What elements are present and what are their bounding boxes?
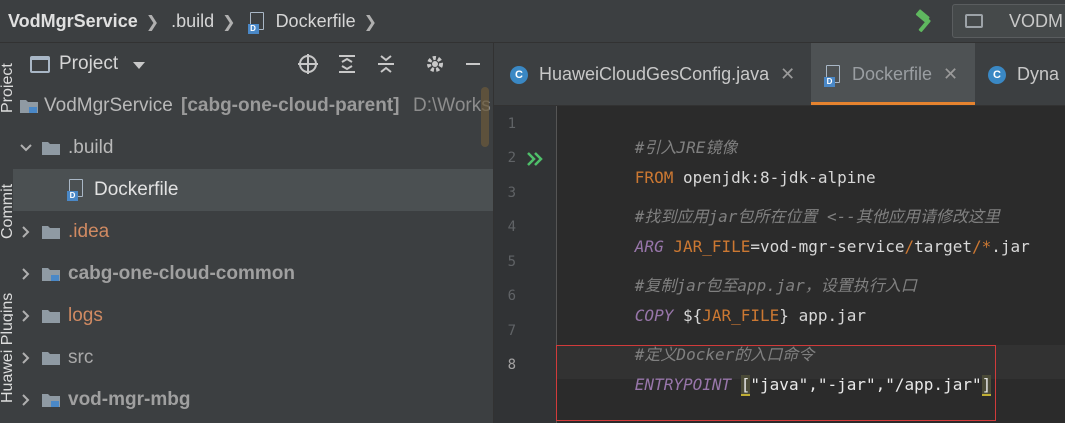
breadcrumb-folder[interactable]: .build [171,11,214,32]
tree-item-cabg-one-cloud-common[interactable]: cabg-one-cloud-common [13,253,493,295]
line-number: 2 [507,150,516,166]
collapse-all-icon[interactable] [375,53,397,75]
tree-item-label: src [68,347,94,368]
window-icon [965,14,983,28]
line-number-gutter: 1 2 3 4 5 6 7 8 [494,106,556,423]
scrollbar-thumb[interactable] [481,87,489,147]
tree-item-idea[interactable]: .idea [13,211,493,253]
run-configuration-selector[interactable]: VODM [952,4,1065,38]
chevron-right-icon[interactable] [19,225,33,239]
dockerfile-icon: D [247,11,266,34]
tab-label: Dockerfile [852,64,933,84]
chevron-down-icon[interactable] [19,141,33,155]
string-array: "java","-jar","/app.jar" [750,375,982,394]
module-folder-icon [42,268,60,281]
folder-icon [42,310,60,323]
tree-item-vod-mgr-mbg[interactable]: vod-mgr-mbg [13,379,493,421]
tree-item-path: D:\Works [413,95,491,116]
code-area[interactable]: #引入JRE镜像 FROM openjdk:8-jdk-alpine #找到应用… [557,106,1065,423]
project-view-selector[interactable]: Project [59,53,118,75]
code-line-8: ENTRYPOINT ["java","-jar","/app.jar"] [577,356,992,413]
tree-item-dockerfile[interactable]: D Dockerfile [13,169,493,211]
java-class-icon: C [988,65,1006,84]
line-number: 7 [507,323,516,339]
dockerfile-icon: D [824,64,842,87]
breadcrumb-file[interactable]: Dockerfile [276,11,356,32]
tree-item-build[interactable]: .build [13,127,493,169]
navigation-bar: VodMgrService ❯ .build ❯ D Dockerfile ❯ … [0,0,1065,43]
caret-down-icon[interactable] [133,62,145,69]
tree-item-label: logs [68,305,103,326]
chevron-right-icon[interactable] [19,267,33,281]
tab-huaweicloudgesconfig[interactable]: C HuaweiCloudGesConfig.java ✕ [510,43,810,105]
code-text: target [914,237,972,256]
tool-window-commit[interactable]: Commit [0,184,13,239]
tree-item-src[interactable]: src [13,337,493,379]
tree-item-logs[interactable]: logs [13,295,493,337]
tool-window-huawei-plugins[interactable]: Huawei Plugins [0,293,13,403]
keyword: ENTRYPOINT [634,375,732,394]
breadcrumb: VodMgrService ❯ .build ❯ D Dockerfile ❯ [8,0,389,43]
chevron-right-icon[interactable] [19,309,33,323]
folder-icon [42,142,60,155]
tab-label: Dyna [1017,64,1060,84]
tree-item-parent: [cabg-one-cloud-parent] [181,95,400,116]
tree-item-root[interactable]: VodMgrService [cabg-one-cloud-parent] D:… [13,85,493,127]
path-wildcard: /* [971,237,992,256]
project-panel: Project VodMgrService [cabg-one-cloud-pa… [13,43,494,423]
chevron-right-icon: ❯ [145,13,160,31]
dockerfile-icon: D [67,179,85,201]
chevron-right-icon: ❯ [363,13,377,31]
tab-label: HuaweiCloudGesConfig.java [539,64,770,84]
project-window-icon [30,56,50,73]
line-number: 5 [507,254,516,270]
tree-item-label: Dockerfile [94,179,179,200]
tree-item-label: .idea [68,221,110,242]
expand-all-icon[interactable] [336,53,358,75]
folder-icon [42,226,60,239]
close-icon[interactable]: ✕ [780,64,795,85]
line-number: 4 [507,219,516,235]
module-folder-icon [42,394,60,407]
tree-item-label: vod-mgr-mbg [68,389,191,410]
line-number: 3 [507,185,516,201]
editor-tabs: C HuaweiCloudGesConfig.java ✕ D Dockerfi… [494,43,1065,106]
minimize-icon[interactable] [462,53,484,75]
tool-window-project[interactable]: Project [0,63,13,113]
tree-item-label: VodMgrService [44,95,173,116]
editor-pane: C HuaweiCloudGesConfig.java ✕ D Dockerfi… [494,43,1065,423]
build-hammer-icon[interactable] [912,8,938,34]
close-icon[interactable]: ✕ [943,64,958,85]
chevron-right-icon[interactable] [19,393,33,407]
line-number: 8 [507,357,516,373]
line-number: 6 [507,288,516,304]
line-number: 1 [507,116,516,132]
tool-window-strip: Project Commit Huawei Plugins [0,43,13,423]
matched-bracket: [ [740,375,751,396]
tree-item-label: cabg-one-cloud-common [68,263,295,284]
chevron-right-icon[interactable] [19,351,33,365]
matched-bracket: ] [981,375,992,396]
code-text: .jar [991,237,1030,256]
tab-dyna[interactable]: C Dyna [988,43,1065,105]
project-panel-header: Project [13,43,493,85]
folder-icon [42,352,60,365]
run-arrow-icon[interactable] [526,151,544,167]
java-class-icon: C [510,65,528,84]
breadcrumb-root[interactable]: VodMgrService [8,11,138,32]
locate-target-icon[interactable] [297,53,319,75]
chevron-right-icon: ❯ [222,13,236,31]
tab-dockerfile[interactable]: D Dockerfile ✕ [811,43,975,105]
run-configuration-label: VODM [1009,11,1063,31]
gear-icon[interactable] [424,53,446,75]
tree-item-label: .build [68,137,114,158]
module-folder-icon [20,100,38,113]
